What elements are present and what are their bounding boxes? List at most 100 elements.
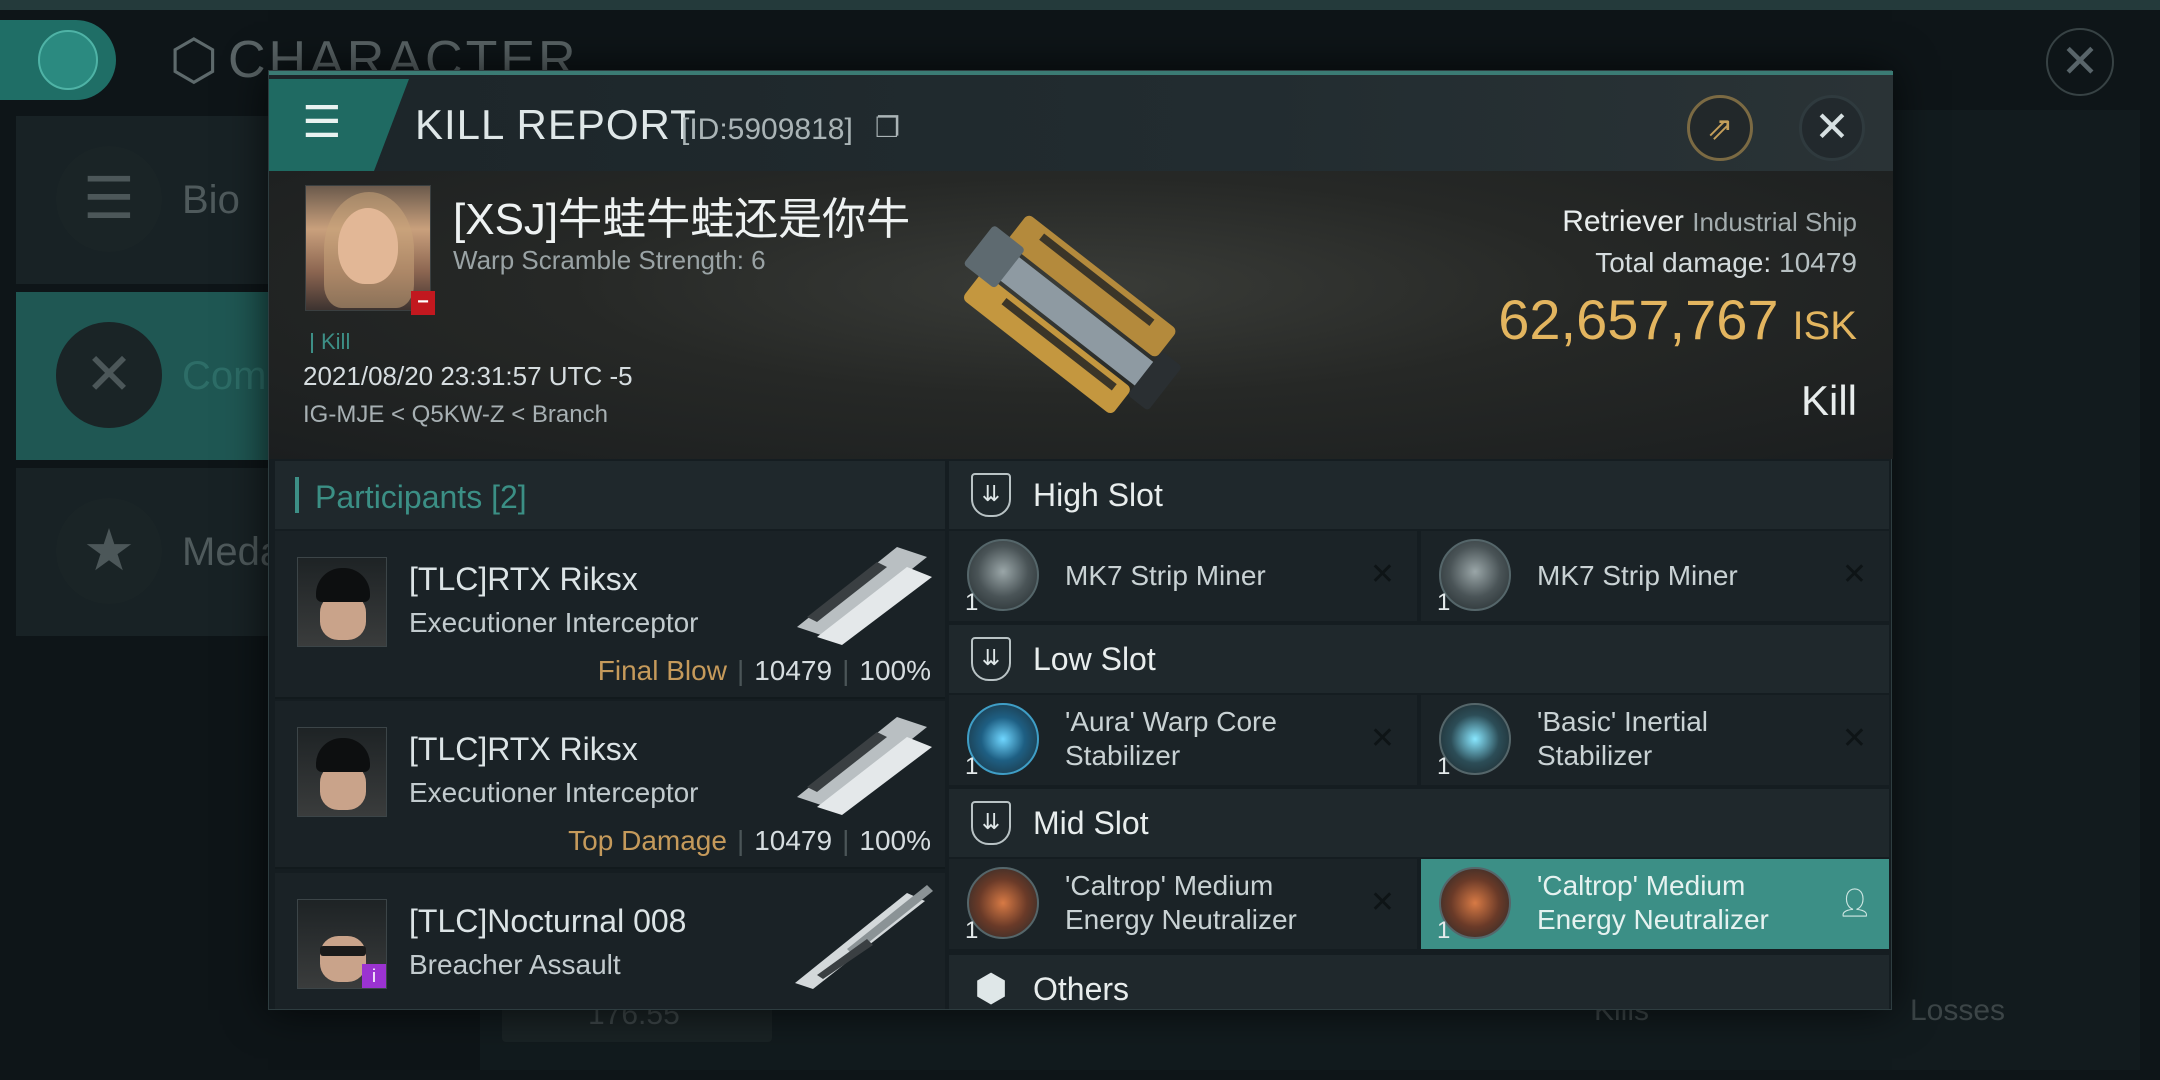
module-name-line2: Energy Neutralizer — [1537, 904, 1769, 935]
slot-label: Low Slot — [1033, 641, 1156, 677]
destroyed-icon: ✕ — [1369, 886, 1395, 919]
participant-ship-image — [797, 547, 932, 645]
participant-row[interactable]: [TLC]RTX Riksx Executioner Interceptor T… — [275, 701, 945, 869]
kill-id: [ID:5909818] — [681, 113, 853, 146]
victim-ship-image[interactable] — [909, 185, 1209, 455]
victim-ship-type[interactable]: Retriever Industrial Ship — [1562, 205, 1857, 239]
slot-label: High Slot — [1033, 477, 1163, 513]
destroyed-icon: ✕ — [1841, 558, 1867, 591]
losses-label[interactable]: Losses — [1910, 994, 2005, 1028]
module-name-line2: Stabilizer — [1065, 740, 1181, 771]
module-item[interactable]: 1 'Aura' Warp Core Stabilizer ✕ — [949, 695, 1419, 785]
person-icon: 👤︎ — [1837, 887, 1873, 918]
participant-ship: Breacher Assault — [409, 949, 621, 980]
tag-bar — [311, 333, 313, 354]
sidebar-item-medals[interactable]: ★ Meda — [16, 468, 282, 636]
participant-percent: 100% — [859, 825, 931, 856]
kill-location[interactable]: IG-MJE < Q5KW-Z < Branch — [303, 401, 608, 429]
mid-slot-icon: ⇊ — [971, 801, 1011, 845]
kill-report-modal: ☰ KILL REPORT [ID:5909818] ❐ ⇗ ✕ − [XSJ]… — [268, 70, 1893, 1010]
module-name-line2: Energy Neutralizer — [1065, 904, 1297, 935]
copy-icon[interactable]: ❐ — [875, 113, 900, 143]
participant-ship: Executioner Interceptor — [409, 607, 699, 638]
module-quantity: 1 — [965, 917, 979, 944]
module-quantity: 1 — [1437, 917, 1451, 944]
module-name: 'Aura' Warp Core — [1065, 706, 1277, 737]
menu-icon — [38, 30, 98, 90]
participant-role: Top Damage — [568, 825, 727, 856]
participant-row[interactable]: i [TLC]Nocturnal 008 Breacher Assault — [275, 873, 945, 1009]
destroyed-icon: ✕ — [1369, 722, 1395, 755]
module-name: 'Caltrop' Medium — [1065, 870, 1274, 901]
kill-tag: Kill — [311, 329, 350, 355]
cube-icon: ⬢ — [974, 968, 1008, 1009]
high-slot-icon: ⇊ — [971, 473, 1011, 517]
total-damage-label: Total damage: — [1595, 247, 1772, 278]
others-header: ⬢ Others — [949, 955, 1889, 1009]
star-badge-icon: ★ — [56, 498, 162, 604]
avatar-hat — [316, 568, 370, 602]
module-item[interactable]: 1 'Basic' Inertial Stabilizer ✕ — [1421, 695, 1889, 785]
participant-role: Final Blow — [597, 655, 727, 686]
module-quantity: 1 — [1437, 589, 1451, 616]
main-menu-button[interactable] — [0, 20, 116, 100]
victim-name[interactable]: [XSJ]牛蛙牛蛙还是你牛 — [453, 183, 910, 247]
participant-name: [TLC]RTX Riksx — [409, 561, 638, 597]
kill-result: Kill — [1800, 377, 1857, 424]
slot-label: Others — [1033, 971, 1130, 1007]
participant-avatar[interactable] — [297, 557, 387, 647]
separator: | — [736, 655, 745, 686]
modal-menu-button[interactable]: ☰ — [269, 79, 409, 171]
slot-label: Mid Slot — [1033, 805, 1149, 841]
participant-name: [TLC]RTX Riksx — [409, 731, 638, 767]
destroyed-icon: ✕ — [1841, 722, 1867, 755]
menu-lines-icon: ☰ — [56, 146, 162, 252]
sidebar-item-bio[interactable]: ☰ Bio — [16, 116, 276, 284]
separator: | — [736, 825, 745, 856]
module-quantity: 1 — [1437, 753, 1451, 780]
module-name: MK7 Strip Miner — [1065, 560, 1266, 591]
modal-title: KILL REPORT — [415, 101, 697, 148]
participant-row[interactable]: [TLC]RTX Riksx Executioner Interceptor F… — [275, 531, 945, 699]
participant-ship-image — [797, 717, 932, 815]
top-bar — [0, 0, 2160, 10]
module-name-line2: Stabilizer — [1537, 740, 1653, 771]
avatar-face — [338, 208, 398, 284]
module-item[interactable]: 1 MK7 Strip Miner ✕ — [949, 531, 1419, 621]
fitting-panel: ⇊ High Slot 1 MK7 Strip Miner ✕ 1 MK7 St… — [949, 461, 1889, 1009]
module-item-selected[interactable]: 1 'Caltrop' Medium Energy Neutralizer 👤︎ — [1421, 859, 1889, 949]
kill-tag-text: Kill — [321, 329, 351, 354]
module-name: MK7 Strip Miner — [1537, 560, 1738, 591]
isk-value: 62,657,767 ISK — [1498, 287, 1857, 352]
module-name: 'Caltrop' Medium — [1537, 870, 1746, 901]
sidebar-item-label: Bio — [182, 178, 240, 222]
module-item[interactable]: 1 MK7 Strip Miner ✕ — [1421, 531, 1889, 621]
modal-header: ☰ KILL REPORT [ID:5909818] ❐ ⇗ ✕ — [269, 71, 1893, 171]
avatar-face — [320, 936, 366, 982]
module-item[interactable]: 1 'Caltrop' Medium Energy Neutralizer ✕ — [949, 859, 1419, 949]
mid-slot-header: ⇊ Mid Slot — [949, 789, 1889, 857]
participant-ship: Executioner Interceptor — [409, 777, 699, 808]
close-button[interactable]: ✕ — [1799, 95, 1865, 161]
page-close-button[interactable]: ✕ — [2046, 28, 2114, 96]
ship-class: Industrial Ship — [1692, 207, 1857, 237]
info-badge: i — [362, 964, 386, 988]
total-damage: Total damage: 10479 — [1595, 247, 1857, 279]
high-slot-header: ⇊ High Slot — [949, 461, 1889, 529]
ship-name: Retriever — [1562, 205, 1684, 238]
participant-stats: Final Blow | 10479 | 100% — [598, 655, 931, 687]
participant-avatar[interactable] — [297, 727, 387, 817]
avatar-glasses — [320, 946, 366, 956]
destroyed-icon: ✕ — [1369, 558, 1395, 591]
sidebar-item-combat[interactable]: ✕ Com — [16, 292, 276, 460]
participants-panel: Participants [2] [TLC]RTX Riksx Executio… — [275, 461, 945, 1009]
participant-ship-image — [795, 885, 933, 989]
share-button[interactable]: ⇗ — [1687, 95, 1753, 161]
module-quantity: 1 — [965, 753, 979, 780]
victim-banner: − [XSJ]牛蛙牛蛙还是你牛 Warp Scramble Strength: … — [269, 171, 1893, 459]
participant-damage: 10479 — [754, 825, 833, 856]
warp-scramble-strength: Warp Scramble Strength: 6 — [453, 245, 766, 275]
separator: | — [842, 825, 850, 856]
participant-avatar[interactable]: i — [297, 899, 387, 989]
security-status-badge: − — [411, 291, 435, 315]
